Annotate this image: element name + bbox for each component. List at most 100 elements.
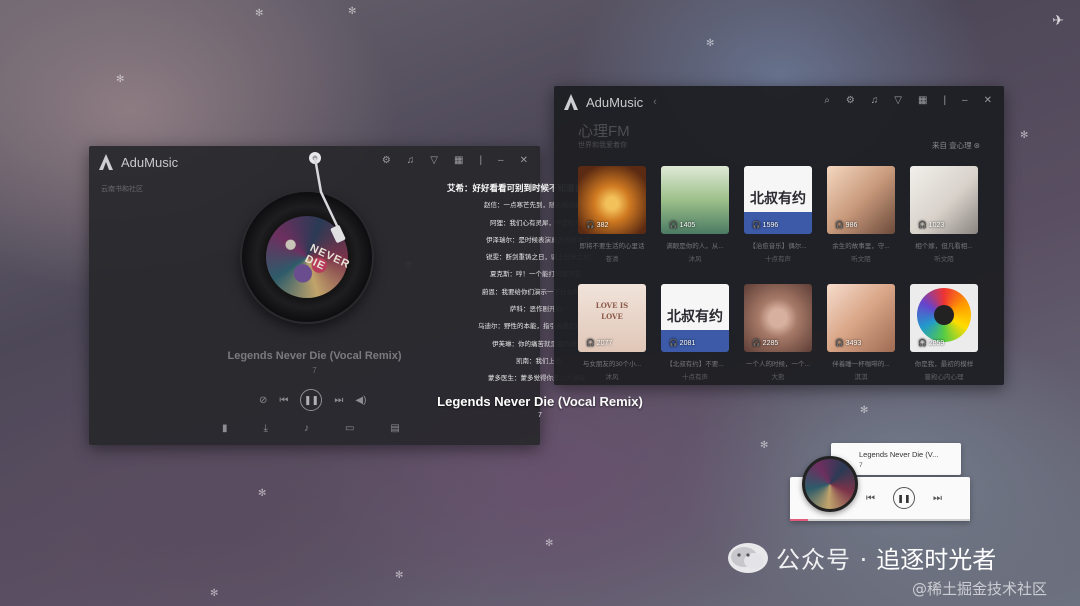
cover-brand: 北叔有约 xyxy=(750,191,806,207)
cover-brand: 北叔有约 xyxy=(667,309,723,325)
watermark: 公众号 · 追逐时光者 xyxy=(728,540,996,575)
loop-icon[interactable]: ⊘ xyxy=(259,395,267,406)
minimize-icon[interactable]: – xyxy=(498,155,504,167)
mini-controls: ⏮ ❚❚ ⏭ xyxy=(866,487,942,509)
wechat-icon xyxy=(728,542,768,573)
pause-button[interactable]: ❚❚ xyxy=(893,487,915,509)
page-subtitle: 世界和我爱着你 xyxy=(578,142,627,149)
app-logo-icon xyxy=(97,153,115,171)
list-item[interactable]: 🎧 2859 你是我，最初的模样 蔓殿心内心理 xyxy=(910,284,978,392)
play-count: 🎧 1023 xyxy=(918,222,945,229)
list-item[interactable]: 🎧 986 余生的故事里，守... 听文陌 xyxy=(827,166,895,274)
cover-love-text: LOVE IS LOVE xyxy=(595,301,629,321)
card-author: 大熊 xyxy=(771,374,785,381)
card-author: 沐风 xyxy=(688,256,702,263)
overlay-song-title: Legends Never Die (Vocal Remix) xyxy=(437,394,643,409)
divider: | xyxy=(479,155,483,166)
app-logo-icon xyxy=(562,93,580,111)
play-count: 🎧 986 xyxy=(835,222,858,229)
list-item[interactable]: LOVE IS LOVE 🎧 2077 与女朋友的30个小... 沐风 xyxy=(578,284,646,392)
mini-progress-bar[interactable] xyxy=(790,519,970,521)
pause-icon: ❚❚ xyxy=(303,394,319,405)
shirt-icon[interactable]: ▽ xyxy=(894,95,902,107)
cover-image: 🎧 1405 xyxy=(661,166,729,234)
color-wheel-center xyxy=(934,305,954,325)
list-item[interactable]: 北叔有约 🎧 1596 【治愈音乐】偶尔... 十点有声 xyxy=(744,166,812,274)
page-title: 心理FM xyxy=(578,123,630,140)
snowflake-icon: ✻ xyxy=(1020,130,1029,141)
cover-image: 🎧 3493 xyxy=(827,284,895,352)
snowflake-icon: ✻ xyxy=(760,440,769,451)
card-author: 听文陌 xyxy=(851,256,871,263)
list-item[interactable]: 北叔有约 🎧 2081 【北叔有约】不要... 十点有声 xyxy=(661,284,729,392)
grid-icon[interactable]: ▦ xyxy=(454,155,463,167)
previous-icon[interactable]: ⏮ xyxy=(866,493,875,504)
list-item[interactable]: 🎧 2285 一个人的时候，一个... 大熊 xyxy=(744,284,812,392)
search-icon[interactable]: ⌕ xyxy=(824,95,830,107)
settings-icon[interactable]: ⚙ xyxy=(382,155,391,167)
divider: | xyxy=(943,95,947,106)
grid-icon[interactable]: ▦ xyxy=(918,95,927,107)
list-item[interactable]: 🎧 1023 相个嫁，但凡看相... 听文陌 xyxy=(910,166,978,274)
card-author: 蔓殿心内心理 xyxy=(924,374,964,381)
settings-icon[interactable]: ⚙ xyxy=(846,95,855,107)
list-item[interactable]: 🎧 3493 伴着睡一杯咖啡的... 淇淇 xyxy=(827,284,895,392)
shirt-icon[interactable]: ▽ xyxy=(430,155,438,167)
mini-song-artist: 7 xyxy=(859,462,863,469)
list-item[interactable]: 🎧 1405 满眼是你的人，从... 沐风 xyxy=(661,166,729,274)
play-count: 🎧 382 xyxy=(586,222,609,229)
cover-image: 🎧 2859 xyxy=(910,284,978,352)
bookmark-icon[interactable]: ▮ xyxy=(222,423,228,434)
card-author: 苍清 xyxy=(605,256,619,263)
snowflake-icon: ✻ xyxy=(255,8,264,19)
source-label: 来自 壹心理 xyxy=(932,141,972,150)
close-icon[interactable]: ✕ xyxy=(520,155,528,167)
snowflake-icon: ✻ xyxy=(258,488,267,499)
fm-titlebar: AduMusic ‹ ⌕ ⚙ ♫ ▽ ▦ | – ✕ xyxy=(554,86,1004,118)
previous-icon[interactable]: ⏮ xyxy=(279,395,288,406)
card-author: 沐风 xyxy=(605,374,619,381)
card-title: 相个嫁，但凡看相... xyxy=(915,243,973,250)
fm-grid: 🎧 382 即将不要生活的心里话 苍清 🎧 1405 满眼是你的人，从... 沐… xyxy=(578,166,978,392)
card-author: 淇淇 xyxy=(854,374,868,381)
play-count: 🎧 2859 xyxy=(918,340,945,347)
download-icon[interactable]: ⤓ xyxy=(264,423,268,434)
card-author: 十点有声 xyxy=(765,256,791,263)
snowflake-icon: ✻ xyxy=(348,6,357,17)
card-title: 【治愈音乐】偶尔... xyxy=(749,243,807,250)
snowflake-icon: ✻ xyxy=(545,538,554,549)
cover-image: 北叔有约 🎧 2081 xyxy=(661,284,729,352)
card-title: 一个人的时候，一个... xyxy=(746,361,810,368)
list-item[interactable]: 🎧 382 即将不要生活的心里话 苍清 xyxy=(578,166,646,274)
app-title: AduMusic xyxy=(121,154,179,170)
pause-button[interactable]: ❚❚ xyxy=(300,389,323,411)
airplane-icon: ✈ xyxy=(1052,12,1064,28)
source-link[interactable]: 来自 壹心理 ⊛ xyxy=(932,140,980,151)
next-icon[interactable]: ⏭ xyxy=(933,493,942,504)
snowflake-icon: ✻ xyxy=(210,588,219,599)
play-count: 🎧 2077 xyxy=(586,340,613,347)
snowflake-icon: ✻ xyxy=(395,570,404,581)
music-note-icon[interactable]: ♫ xyxy=(407,155,415,167)
card-title: 你是我，最初的模样 xyxy=(914,361,974,368)
music-icon[interactable]: ♪ xyxy=(304,423,309,434)
minimize-icon[interactable]: – xyxy=(962,95,968,107)
card-title: 余生的故事里，守... xyxy=(832,243,890,250)
mini-album-art[interactable] xyxy=(802,456,858,512)
close-icon[interactable]: ✕ xyxy=(984,95,992,107)
card-title: 伴着睡一杯咖啡的... xyxy=(832,361,890,368)
card-title: 与女朋友的30个小... xyxy=(582,361,642,368)
image-icon[interactable]: ▭ xyxy=(345,423,354,434)
fm-window: AduMusic ‹ ⌕ ⚙ ♫ ▽ ▦ | – ✕ 心理FM 世界和我爱着你 … xyxy=(554,86,1004,385)
play-count: 🎧 3493 xyxy=(835,340,862,347)
play-count: 🎧 1596 xyxy=(752,222,779,229)
overlay-song-artist: 7 xyxy=(538,412,542,419)
tonearm-icon xyxy=(309,152,346,243)
back-icon[interactable]: ‹ xyxy=(653,96,657,108)
app-title: AduMusic xyxy=(586,94,644,110)
comment-icon[interactable]: ▤ xyxy=(390,423,399,434)
mini-progress-fill xyxy=(790,519,808,521)
music-note-icon[interactable]: ♫ xyxy=(871,95,879,107)
card-title: 【北叔有约】不要... xyxy=(666,361,724,368)
mini-song-title: Legends Never Die (V... xyxy=(859,450,939,459)
